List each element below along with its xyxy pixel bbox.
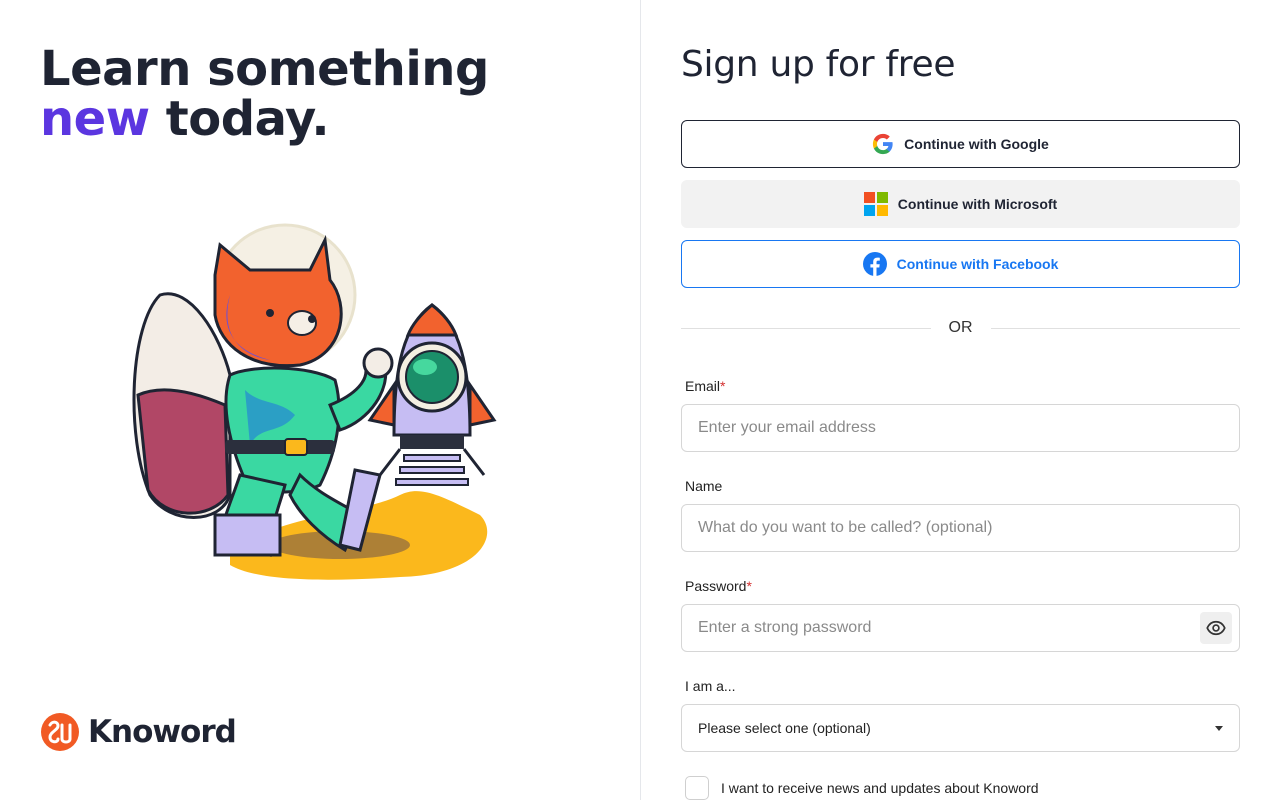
password-label-text: Password — [685, 578, 747, 594]
fox-suit — [224, 366, 341, 494]
google-icon — [873, 133, 893, 155]
name-label: Name — [685, 478, 723, 494]
role-select[interactable]: Please select one (optional) — [681, 704, 1240, 752]
left-pane: Learn something new today. Knoword — [0, 0, 640, 800]
brand-name: Knoword — [88, 714, 237, 750]
email-label: Email* — [685, 378, 725, 394]
role-label: I am a... — [685, 678, 736, 694]
hero-heading: Learn something new today. — [40, 44, 489, 144]
signup-title: Sign up for free — [681, 44, 956, 85]
email-label-text: Email — [685, 378, 721, 394]
toggle-password-visibility-button[interactable] — [1200, 612, 1232, 644]
newsletter-checkbox-row: I want to receive news and updates about… — [685, 776, 1039, 800]
or-text: OR — [948, 319, 973, 336]
hero-line-1: Learn something — [40, 41, 489, 97]
password-required-mark: * — [746, 578, 752, 594]
google-button-label: Continue with Google — [904, 136, 1049, 152]
knoword-logo-icon — [41, 713, 79, 751]
continue-with-google-button[interactable]: Continue with Google — [681, 120, 1240, 168]
or-line-left — [681, 327, 931, 329]
newsletter-checkbox-label[interactable]: I want to receive news and updates about… — [721, 780, 1039, 796]
fox-astronaut-illustration — [132, 223, 497, 580]
email-field[interactable] — [681, 404, 1240, 452]
facebook-icon — [862, 252, 887, 276]
newsletter-checkbox[interactable] — [685, 776, 709, 800]
rocket — [367, 303, 497, 486]
role-select-value: Please select one (optional) — [698, 720, 871, 736]
signup-pane: Sign up for free Continue with Google Co… — [641, 0, 1280, 800]
facebook-button-label: Continue with Facebook — [896, 256, 1059, 272]
email-required-mark: * — [720, 378, 726, 394]
hero-line-2: today. — [149, 91, 330, 147]
or-line-right — [990, 327, 1240, 329]
caret-down-icon — [1215, 725, 1223, 731]
microsoft-button-label: Continue with Microsoft — [897, 196, 1058, 212]
or-separator: OR — [681, 318, 1240, 338]
continue-with-microsoft-button[interactable]: Continue with Microsoft — [681, 180, 1240, 228]
continue-with-facebook-button[interactable]: Continue with Facebook — [681, 240, 1240, 288]
password-label: Password* — [685, 578, 752, 594]
eye-icon — [1206, 620, 1226, 636]
hero-accent-word: new — [40, 91, 150, 147]
microsoft-icon — [863, 192, 888, 216]
password-field[interactable] — [681, 604, 1240, 652]
brand-logo[interactable]: Knoword — [40, 712, 237, 752]
name-field[interactable] — [681, 504, 1240, 552]
